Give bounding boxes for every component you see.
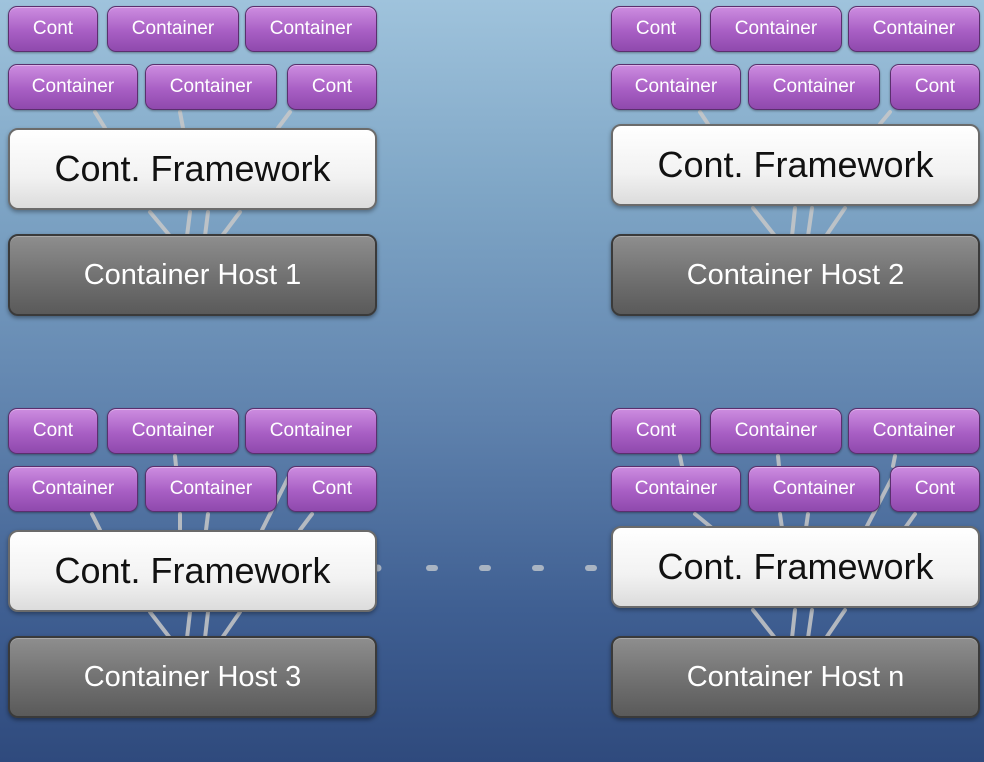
container-framework[interactable]: Cont. Framework <box>8 128 377 210</box>
container-box[interactable]: Cont <box>8 408 98 454</box>
container-framework-link <box>678 454 684 468</box>
framework-host-link <box>824 608 847 640</box>
container-framework-link <box>93 110 107 130</box>
ellipsis-dot <box>532 565 544 571</box>
framework-host-link <box>203 610 210 640</box>
framework-host-link <box>185 610 192 640</box>
container-box[interactable]: Container <box>145 466 277 512</box>
container-framework-link <box>878 110 892 126</box>
container-framework-link <box>891 454 897 468</box>
ellipsis-dot <box>479 565 491 571</box>
container-framework[interactable]: Cont. Framework <box>8 530 377 612</box>
container-box[interactable]: Cont <box>8 6 98 52</box>
framework-host-link <box>806 608 814 640</box>
container-framework-link <box>204 512 210 532</box>
container-framework-link <box>276 110 292 130</box>
container-box[interactable]: Cont <box>611 6 701 52</box>
container-host[interactable]: Container Host 3 <box>8 636 377 718</box>
container-box[interactable]: Container <box>611 466 741 512</box>
framework-host-link <box>220 210 242 238</box>
framework-host-link <box>790 608 797 640</box>
framework-host-link <box>148 210 172 238</box>
container-framework-link <box>776 454 781 468</box>
container-framework-link <box>298 512 314 532</box>
container-box[interactable]: Container <box>748 64 880 110</box>
container-box[interactable]: Container <box>611 64 741 110</box>
framework-host-link <box>751 206 777 238</box>
container-framework[interactable]: Cont. Framework <box>611 526 980 608</box>
framework-host-link <box>148 610 172 640</box>
container-box[interactable]: Container <box>848 6 980 52</box>
framework-host-link <box>220 610 242 640</box>
container-box[interactable]: Container <box>748 466 880 512</box>
container-box[interactable]: Container <box>8 64 138 110</box>
container-box[interactable]: Container <box>245 6 377 52</box>
container-box[interactable]: Container <box>107 408 239 454</box>
container-host[interactable]: Container Host 2 <box>611 234 980 316</box>
container-box[interactable]: Container <box>245 408 377 454</box>
ellipsis-dots <box>374 564 597 572</box>
container-framework-link <box>173 454 178 468</box>
framework-host-link <box>806 206 814 238</box>
container-box[interactable]: Container <box>848 408 980 454</box>
ellipsis-dot <box>585 565 597 571</box>
ellipsis-dot <box>426 565 438 571</box>
container-box[interactable]: Cont <box>890 466 980 512</box>
framework-host-link <box>185 210 192 238</box>
container-box[interactable]: Cont <box>611 408 701 454</box>
container-framework-link <box>698 110 710 126</box>
framework-host-link <box>790 206 797 238</box>
framework-host-link <box>824 206 847 238</box>
container-box[interactable]: Container <box>710 408 842 454</box>
container-box[interactable]: Cont <box>890 64 980 110</box>
container-host[interactable]: Container Host n <box>611 636 980 718</box>
container-box[interactable]: Cont <box>287 466 377 512</box>
diagram-canvas: Cont Container Container Container Conta… <box>0 0 984 762</box>
container-box[interactable]: Container <box>107 6 239 52</box>
framework-host-link <box>751 608 777 640</box>
container-framework-link <box>178 110 185 130</box>
framework-host-link <box>203 210 210 238</box>
container-box[interactable]: Container <box>145 64 277 110</box>
container-box[interactable]: Container <box>710 6 842 52</box>
container-box[interactable]: Cont <box>287 64 377 110</box>
container-box[interactable]: Container <box>8 466 138 512</box>
container-framework-link <box>90 512 102 532</box>
container-host[interactable]: Container Host 1 <box>8 234 377 316</box>
container-framework[interactable]: Cont. Framework <box>611 124 980 206</box>
